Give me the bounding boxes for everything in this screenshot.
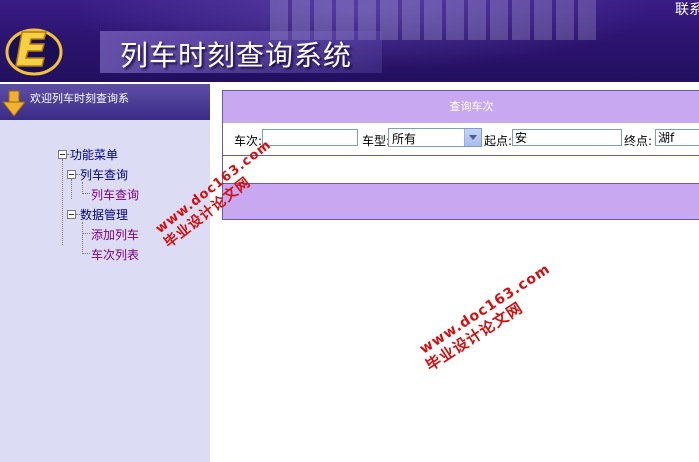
down-arrow-icon (2, 90, 26, 117)
tree-line (71, 179, 72, 199)
tree-line (82, 193, 90, 194)
train-type-select[interactable]: 所有 (388, 128, 482, 147)
menu-item-train-list[interactable]: 车次列表 (91, 246, 139, 263)
logo-icon (5, 28, 63, 76)
tree-line (82, 253, 90, 254)
search-form-row: 车次: 车型: 所有 起点: 终点: (223, 125, 699, 156)
from-input[interactable] (512, 129, 622, 146)
function-menu-tree: 功能菜单 列车查询 列车查询 数据管理 添加列车 车次列表 (0, 120, 210, 462)
contact-link[interactable]: 联系 (675, 0, 699, 19)
sidebar-header: 欢迎列车时刻查询系 (0, 84, 210, 120)
train-no-input[interactable] (262, 129, 358, 146)
results-area (223, 156, 699, 184)
dropdown-arrow-icon[interactable] (464, 129, 481, 146)
to-label: 终点: (624, 134, 653, 148)
menu-group-train-query[interactable]: 列车查询 (80, 166, 128, 183)
header-banner: 列车时刻查询系统 联系 (0, 0, 699, 82)
to-input[interactable] (655, 129, 699, 146)
site-title: 列车时刻查询系统 (120, 39, 353, 72)
collapse-icon[interactable] (67, 210, 76, 219)
train-type-label: 车型: (362, 134, 391, 148)
search-panel: 查询车次 车次: 车型: 所有 起点: 终点: (222, 90, 699, 220)
collapse-icon[interactable] (67, 170, 76, 179)
tree-line (62, 159, 63, 245)
tree-line (82, 233, 90, 234)
train-type-value: 所有 (392, 132, 417, 146)
collapse-icon[interactable] (58, 150, 67, 159)
menu-root[interactable]: 功能菜单 (70, 146, 118, 163)
menu-item-add-train[interactable]: 添加列车 (91, 226, 139, 243)
main-content: 查询车次 车次: 车型: 所有 起点: 终点: (210, 84, 699, 462)
tree-line (82, 222, 83, 254)
search-panel-title: 查询车次 (449, 100, 494, 113)
search-panel-header: 查询车次 (223, 91, 699, 123)
sidebar: 欢迎列车时刻查询系 功能菜单 列车查询 列车查询 数据管理 添加列车 车次列表 (0, 84, 210, 462)
from-label: 起点: (484, 134, 513, 148)
menu-item-train-query[interactable]: 列车查询 (91, 186, 139, 203)
sidebar-welcome: 欢迎列车时刻查询系 (30, 92, 129, 105)
menu-group-data-management[interactable]: 数据管理 (80, 206, 128, 223)
search-panel-footer (223, 184, 699, 219)
